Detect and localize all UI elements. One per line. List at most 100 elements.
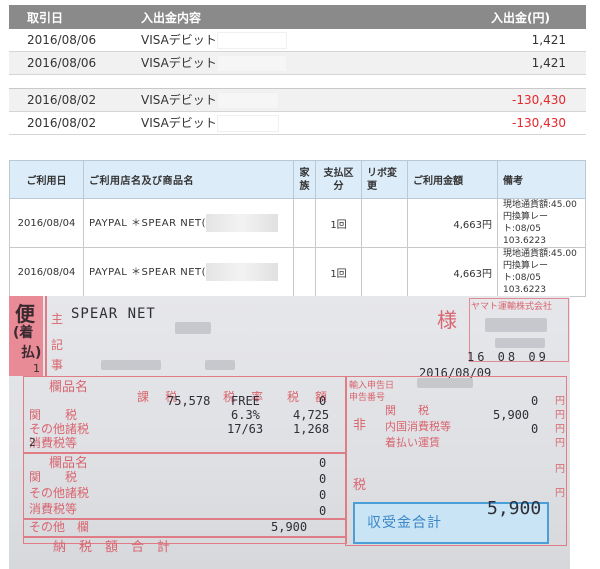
row-amount: 1,421 bbox=[531, 33, 566, 47]
slip-line bbox=[45, 296, 47, 376]
redacted-block bbox=[175, 322, 211, 334]
slip-amt-naikoku: 0 bbox=[531, 422, 539, 436]
row-description: VISAデビット bbox=[127, 54, 377, 72]
table-row: 2016/08/04 PAYPAL ＊SPEAR NET( 1回 4,663円 … bbox=[9, 247, 586, 297]
slip-shohizei2: 消費税等 bbox=[29, 502, 78, 516]
slip-z4: 0 bbox=[319, 488, 327, 502]
slip-sama: 様 bbox=[437, 308, 457, 332]
slip-shohizei: 消費税等 bbox=[29, 436, 78, 450]
redacted-block bbox=[101, 360, 161, 370]
card-row-name: PAYPAL ＊SPEAR NET( bbox=[83, 198, 294, 248]
description-text: VISAデビット bbox=[141, 33, 217, 47]
redacted-block bbox=[417, 378, 473, 388]
table-row: 2016/08/02 VISAデビット -130,430 bbox=[9, 89, 586, 112]
row-date: 2016/08/06 bbox=[27, 33, 97, 47]
transaction-header-row: 取引日 入出金内容 入出金(円) bbox=[9, 5, 586, 29]
slip-sonota2: その他諸税 bbox=[29, 486, 90, 500]
slip-kanzei-amount: 4,725 bbox=[293, 408, 330, 422]
card-row-amount: 4,663円 bbox=[407, 247, 498, 297]
header-description: 入出金内容 bbox=[141, 10, 202, 25]
card-row-name: PAYPAL ＊SPEAR NET( bbox=[83, 247, 294, 297]
redacted-block bbox=[205, 360, 235, 370]
card-row-payment: 1回 bbox=[315, 247, 362, 297]
note-line: 現地通貨額:45.00 bbox=[503, 200, 577, 210]
redacted-block bbox=[216, 55, 287, 72]
slip-label-barai: 払) bbox=[21, 345, 42, 361]
slip-sender: SPEAR NET bbox=[71, 306, 156, 322]
store-name-text: PAYPAL ＊SPEAR NET( bbox=[89, 218, 207, 229]
slip-kazei-value: 75,578 bbox=[167, 394, 211, 408]
header-amount: 入出金(円) bbox=[491, 10, 550, 25]
slip-rate: 6.3% bbox=[231, 408, 260, 422]
note-line: 103.6223 bbox=[503, 236, 546, 246]
store-name-text: PAYPAL ＊SPEAR NET( bbox=[89, 267, 207, 278]
slip-total-other: 5,900 bbox=[271, 520, 308, 534]
slip-line bbox=[23, 536, 347, 538]
slip-right-kanzei: 関 税 bbox=[385, 404, 429, 417]
row-description: VISAデビット bbox=[127, 31, 377, 49]
slip-amt-kanzei: 5,900 bbox=[493, 408, 530, 422]
transaction-table: 取引日 入出金内容 入出金(円) 2016/08/06 VISAデビット 1,4… bbox=[9, 5, 586, 135]
slip-ratio: 17/63 bbox=[227, 422, 264, 436]
redacted-block bbox=[485, 318, 547, 332]
card-row-date: 2016/08/04 bbox=[9, 247, 84, 297]
header-date: 取引日 bbox=[27, 10, 64, 25]
card-row-amount: 4,663円 bbox=[407, 198, 498, 248]
redacted-block bbox=[216, 32, 287, 49]
row-amount: -130,430 bbox=[512, 116, 566, 130]
card-row-date: 2016/08/04 bbox=[9, 198, 84, 248]
note-line: 円換算レート:08/05 bbox=[503, 212, 549, 234]
slip-z3: 0 bbox=[319, 472, 327, 486]
redacted-block bbox=[216, 115, 279, 132]
redacted-block bbox=[206, 263, 279, 281]
card-header-row: ご利用日 ご利用店名及び商品名 家族 支払区分 リボ変更 ご利用金額 備考 bbox=[9, 160, 586, 199]
table-row: 2016/08/06 VISAデビット 1,421 bbox=[9, 29, 586, 52]
row-amount: -130,430 bbox=[512, 93, 566, 107]
slip-sonotaran: その他 欄 bbox=[29, 520, 90, 534]
header-notes: 備考 bbox=[497, 160, 586, 199]
slip-z2: 0 bbox=[319, 456, 327, 470]
header-use-date: ご利用日 bbox=[9, 160, 84, 199]
slip-label-one: 1 bbox=[33, 362, 40, 375]
header-use-amount: ご利用金額 bbox=[407, 160, 498, 199]
note-line: 円換算レート:08/05 bbox=[503, 261, 549, 283]
table-row: 2016/08/06 VISAデビット 1,421 bbox=[9, 52, 586, 75]
slip-shohi-amount: 1,268 bbox=[293, 422, 330, 436]
table-row: 2016/08/02 VISAデビット -130,430 bbox=[9, 112, 586, 135]
redacted-block bbox=[216, 92, 279, 109]
slip-label-chaku: (着 bbox=[13, 325, 34, 341]
slip-zei: 税 bbox=[353, 478, 367, 493]
note-line: 103.6223 bbox=[503, 285, 546, 295]
row-date: 2016/08/06 bbox=[27, 56, 97, 70]
slip-amt-zero-top: 0 bbox=[531, 394, 539, 408]
slip-en4: 円 bbox=[555, 438, 565, 449]
description-text: VISAデビット bbox=[141, 116, 217, 130]
slip-label-nushi: 主 bbox=[51, 312, 64, 326]
slip-date-short: 16 08 09 bbox=[467, 350, 549, 364]
row-date: 2016/08/02 bbox=[27, 116, 97, 130]
header-store-name: ご利用店名及び商品名 bbox=[83, 160, 294, 199]
card-row-notes: 現地通貨額:45.00 円換算レート:08/05 103.6223 bbox=[497, 198, 586, 248]
slip-free: FREE bbox=[231, 394, 260, 408]
slip-total: 5,900 bbox=[487, 498, 542, 519]
slip-shinkoku: 申告番号 bbox=[349, 393, 386, 403]
description-text: VISAデビット bbox=[141, 56, 217, 70]
card-row-payment: 1回 bbox=[315, 198, 362, 248]
slip-en3: 円 bbox=[555, 424, 565, 435]
row-date: 2016/08/02 bbox=[27, 93, 97, 107]
slip-label-ji: 事 bbox=[51, 358, 64, 372]
description-text: VISAデビット bbox=[141, 93, 217, 107]
slip-company: ヤマト運輸株式会社 bbox=[471, 302, 553, 312]
slip-photo: 便 (着 払) 主 記 事 1 SPEAR NET 様 ヤマト運輸株式会社 16… bbox=[9, 296, 570, 569]
redacted-block bbox=[495, 338, 545, 348]
slip-en6: 円 bbox=[555, 488, 565, 499]
slip-naikoku: 内国消費税等 bbox=[385, 420, 451, 433]
slip-zero1: 0 bbox=[319, 394, 327, 408]
card-row-family bbox=[293, 198, 316, 248]
slip-chakubarai: 着払い運賃 bbox=[385, 436, 440, 449]
slip-en1: 円 bbox=[555, 396, 565, 407]
table-row: 2016/08/04 PAYPAL ＊SPEAR NET( 1回 4,663円 … bbox=[9, 198, 586, 248]
slip-shuju: 収受金合計 bbox=[367, 515, 442, 531]
note-line: 現地通貨額:45.00 bbox=[503, 249, 577, 259]
slip-hinmei: 欄品名 bbox=[49, 380, 89, 395]
